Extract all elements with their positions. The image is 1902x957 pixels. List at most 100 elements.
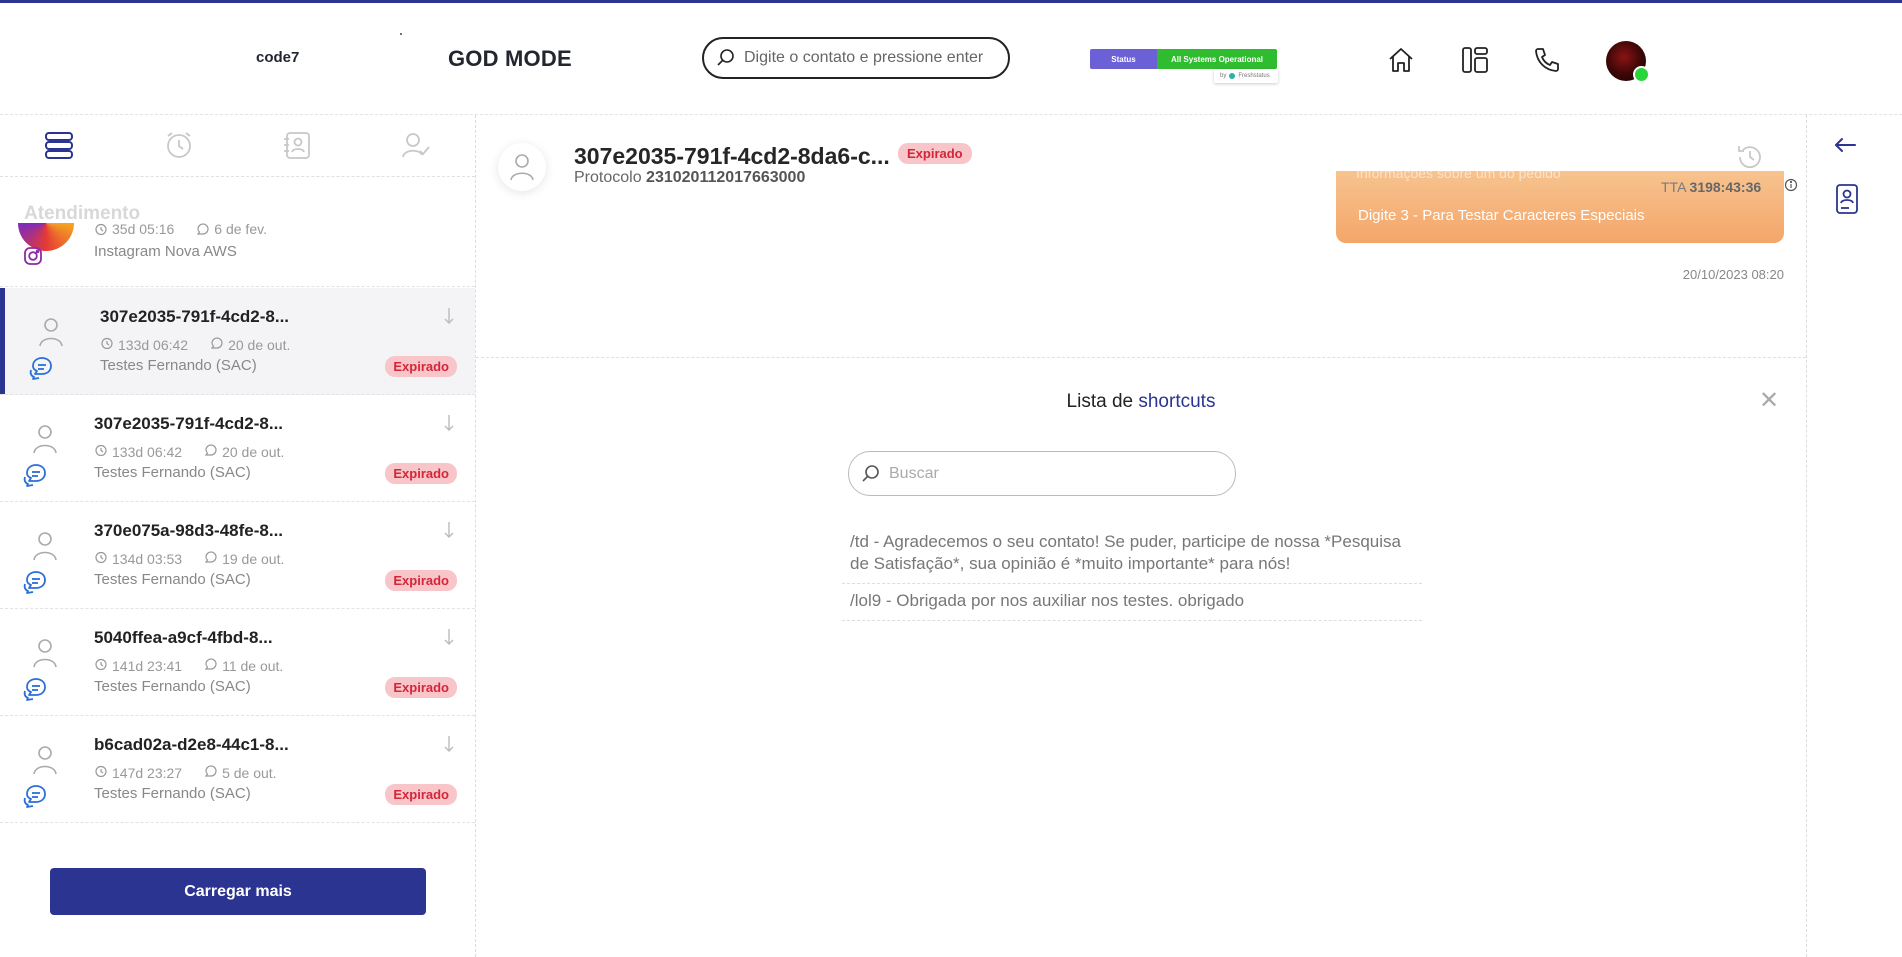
phone-icon[interactable]	[1532, 45, 1562, 75]
chat-channel-icon	[23, 677, 49, 706]
status-badge: Expirado	[385, 677, 457, 698]
chat-contact-avatar	[498, 143, 546, 191]
conversation-date: 5 de out.	[222, 764, 277, 781]
info-icon[interactable]	[1784, 178, 1798, 192]
chat-protocol: Protocolo 23102011201766300​0	[574, 169, 805, 187]
conversation-sidebar: Atendimento 35d 05:16 6 de fev. Instagra…	[0, 115, 476, 957]
conversation-date: 11 de out.	[222, 657, 284, 674]
contact-search-input[interactable]	[744, 49, 994, 67]
protocol-label: Protocolo	[574, 169, 642, 186]
history-icon[interactable]	[1735, 142, 1765, 172]
right-rail	[1806, 115, 1902, 957]
person-icon	[32, 530, 58, 567]
status-by-label: by	[1220, 73, 1227, 79]
status-badge: Expirado	[385, 784, 457, 805]
shortcuts-title: Lista de shortcuts	[476, 391, 1806, 413]
message-icon	[204, 764, 218, 781]
shortcuts-search-box[interactable]	[848, 451, 1236, 496]
conversation-channel: Instagram Nova AWS	[94, 243, 237, 260]
conversation-duration: 147d 23:27	[112, 764, 183, 781]
status-badge: Expirado	[385, 463, 457, 484]
message-icon	[204, 443, 218, 460]
shortcut-item[interactable]: /lol9 - Obrigada por nos auxiliar nos te…	[842, 584, 1422, 622]
conversation-item[interactable]: 307e2035-791f-4cd2-8... 133d 06:42 20 de o…	[0, 288, 475, 395]
conversation-name: 370e075a-98d3-48fe-8...	[94, 521, 284, 540]
timer-icon	[95, 223, 107, 236]
timer-icon	[94, 657, 108, 674]
chat-channel-icon	[23, 784, 49, 813]
message-icon	[210, 336, 224, 353]
conversation-name: b6cad02a-d2e8-44c1-8...	[94, 735, 289, 754]
message-icon	[204, 657, 218, 674]
conversation-item[interactable]: b6cad02a-d2e8-44c1-8... 147d 23:27 5 de ou…	[0, 716, 475, 823]
bubble-previous-line: Informações sobre um do pedido	[1356, 171, 1561, 181]
conversation-item-instagram[interactable]: 35d 05:16 6 de fev. Instagram Nova AWS	[0, 221, 475, 287]
contacts-icon[interactable]	[281, 129, 313, 161]
arrow-down-icon[interactable]	[443, 520, 455, 545]
alarm-icon[interactable]	[163, 129, 195, 161]
conversation-queue: Testes Fernando (SAC)	[100, 357, 257, 374]
user-check-icon[interactable]	[400, 129, 432, 161]
decorative-dot	[400, 33, 402, 35]
status-badge: Expirado	[385, 356, 457, 377]
search-icon	[717, 49, 734, 66]
conversation-date: 19 de out.	[222, 550, 285, 567]
shortcuts-title-prefix: Lista de	[1066, 391, 1134, 412]
list-icon[interactable]	[43, 129, 75, 161]
instagram-icon	[24, 247, 42, 265]
shortcuts-list: /td - Agradecemos o seu contato! Se pude…	[842, 525, 1422, 622]
timer-icon	[94, 764, 108, 781]
timer-icon	[94, 550, 108, 567]
timer-icon	[100, 336, 114, 353]
chat-status-badge: Expirado	[898, 143, 972, 164]
message-icon	[204, 550, 218, 567]
conversation-name: 307e2035-791f-4cd2-8...	[100, 307, 290, 326]
brand-logo[interactable]: code7	[256, 49, 299, 66]
arrow-left-icon[interactable]	[1832, 132, 1858, 158]
shortcuts-search-input[interactable]	[889, 464, 1209, 483]
tta-indicator: TTA 3198:43:36	[1661, 179, 1761, 195]
arrow-down-icon[interactable]	[443, 306, 455, 331]
load-more-button[interactable]: Carregar mais	[50, 868, 426, 915]
tta-label: TTA	[1661, 179, 1686, 195]
freshstatus-icon	[1229, 73, 1236, 79]
top-header: code7 GOD MODE Status All Systems Operat…	[0, 3, 1902, 115]
conversation-name: 5040ffea-a9cf-4fbd-8...	[94, 628, 273, 647]
timer-icon	[94, 443, 108, 460]
bubble-text: Digite 3 - Para Testar Caracteres Especi…	[1358, 207, 1645, 224]
arrow-down-icon[interactable]	[443, 734, 455, 759]
conversation-duration: 141d 23:41	[112, 657, 183, 674]
conversation-date: 20 de out.	[228, 336, 291, 353]
conversation-date: 20 de out.	[222, 443, 285, 460]
contact-search-box[interactable]	[702, 37, 1010, 79]
conversation-duration: 134d 03:53	[112, 550, 183, 567]
chat-divider	[476, 357, 1806, 358]
chat-contact-title: 307e2035-791f-4cd2-8da6-c...	[574, 143, 890, 169]
chat-channel-icon	[29, 356, 55, 385]
conversation-name: 307e2035-791f-4cd2-8...	[94, 414, 284, 433]
chat-panel: 307e2035-791f-4cd2-8da6-c... Expirado Pr…	[476, 115, 1806, 957]
conversation-queue: Testes Fernando (SAC)	[94, 678, 251, 695]
search-icon	[862, 464, 879, 482]
arrow-down-icon[interactable]	[443, 413, 455, 438]
chat-channel-icon	[23, 463, 49, 492]
conversation-item[interactable]: 5040ffea-a9cf-4fbd-8... 141d 23:41 11 de o…	[0, 609, 475, 716]
shortcut-item[interactable]: /td - Agradecemos o seu contato! Se pude…	[842, 525, 1422, 585]
protocol-value: 23102011201766300​0	[646, 169, 806, 186]
chat-channel-icon	[23, 570, 49, 599]
online-status-indicator	[1633, 66, 1650, 83]
arrow-down-icon[interactable]	[443, 627, 455, 652]
conversation-duration: 35d 05:16	[112, 221, 175, 237]
dashboard-icon[interactable]	[1460, 45, 1490, 75]
close-icon[interactable]: ✕	[1759, 386, 1779, 415]
conversation-queue: Testes Fernando (SAC)	[94, 464, 251, 481]
status-provider: by Freshstatus	[1214, 69, 1278, 83]
contact-card-icon[interactable]	[1834, 183, 1860, 215]
conversation-date: 6 de fev.	[214, 221, 267, 237]
conversation-item[interactable]: 307e2035-791f-4cd2-8... 133d 06:42 20 de o…	[0, 395, 475, 502]
conversation-item[interactable]: 370e075a-98d3-48fe-8... 134d 03:53 19 de o…	[0, 502, 475, 609]
shortcuts-title-emphasis: shortcuts	[1138, 391, 1216, 412]
status-badge: Expirado	[385, 570, 457, 591]
system-status-widget[interactable]: Status All Systems Operational by Freshs…	[1090, 49, 1278, 83]
home-icon[interactable]	[1386, 45, 1416, 75]
